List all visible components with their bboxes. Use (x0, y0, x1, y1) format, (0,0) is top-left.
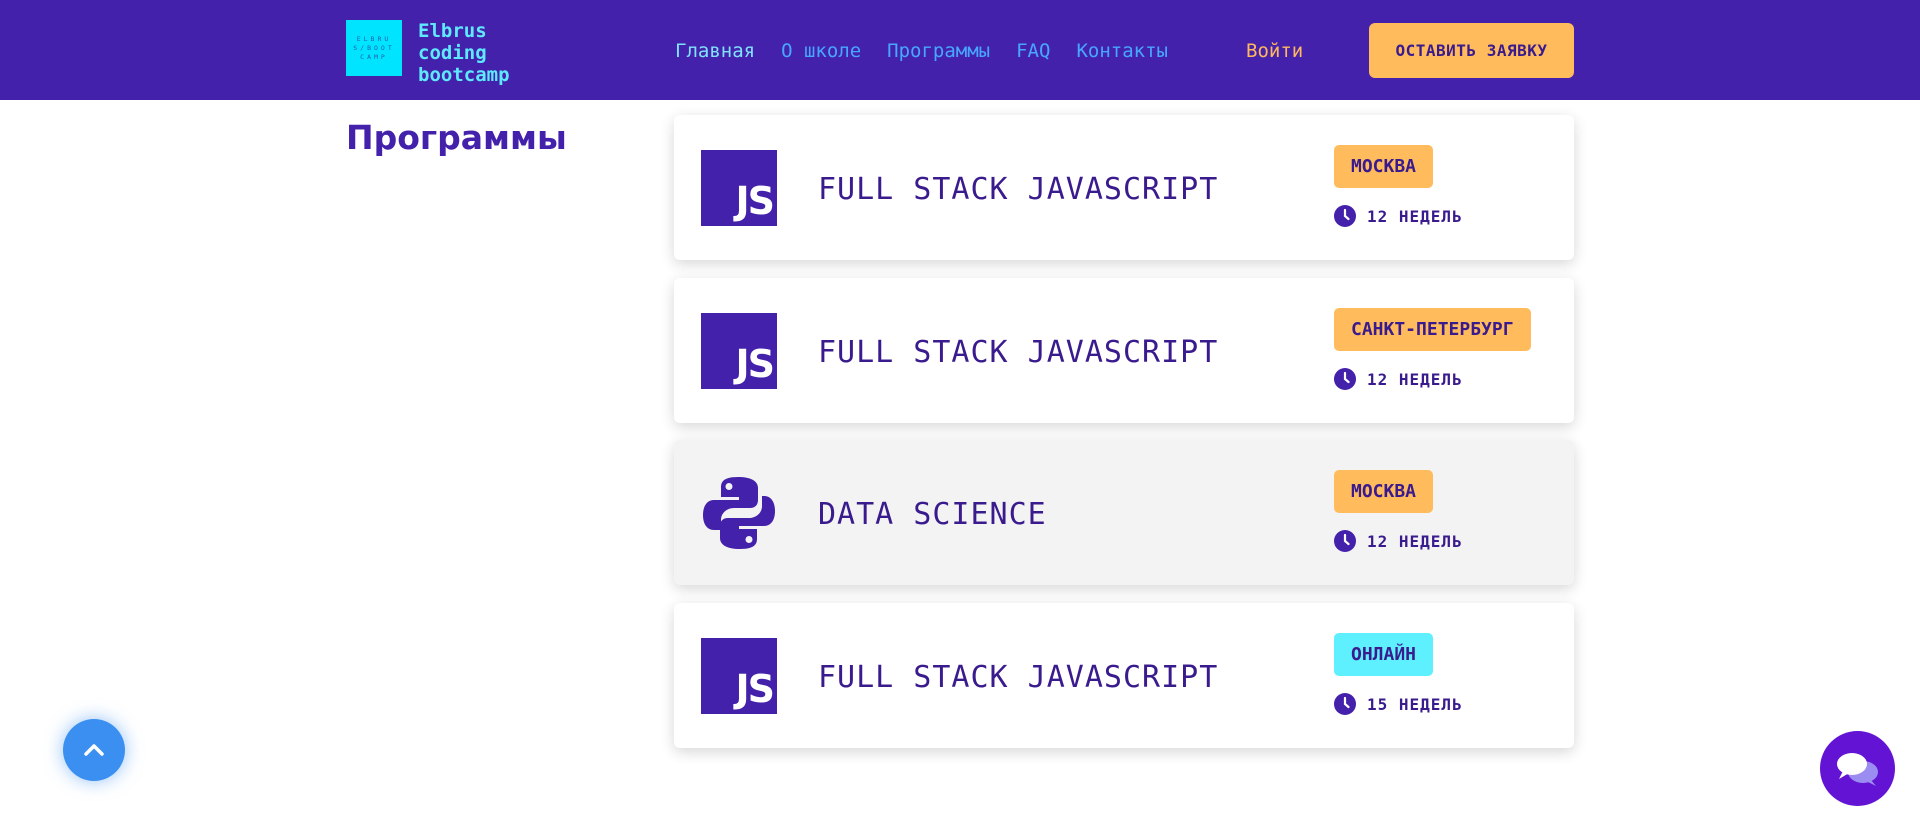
chat-button[interactable] (1820, 731, 1895, 806)
program-title: FULL STACK JAVASCRIPT (818, 335, 1219, 370)
duration: 12 НЕДЕЛЬ (1334, 530, 1463, 552)
program-card[interactable]: JS FULL STACK JAVASCRIPT ОНЛАЙН 15 НЕДЕЛ… (674, 603, 1574, 748)
logo-mark-text: ELBRUS/BOOTCAMP (353, 34, 395, 61)
clock-icon (1334, 368, 1356, 390)
duration-text: 12 НЕДЕЛЬ (1367, 531, 1463, 551)
clock-icon (1334, 205, 1356, 227)
city-badge: МОСКВА (1334, 470, 1434, 513)
apply-button[interactable]: ОСТАВИТЬ ЗАЯВКУ (1369, 23, 1574, 78)
page-title: Программы (346, 118, 567, 157)
js-icon-label: JS (735, 179, 774, 223)
city-badge: ОНЛАЙН (1334, 633, 1434, 676)
js-icon-label: JS (735, 667, 774, 711)
program-card[interactable]: JS FULL STACK JAVASCRIPT САНКТ-ПЕТЕРБУРГ… (674, 278, 1574, 423)
duration-text: 15 НЕДЕЛЬ (1367, 694, 1463, 714)
logo-text: Elbrus coding bootcamp (418, 20, 510, 86)
chat-icon (1836, 752, 1878, 786)
nav-item-home[interactable]: Главная (675, 40, 755, 62)
chevron-up-icon (84, 744, 104, 756)
program-title: FULL STACK JAVASCRIPT (818, 660, 1219, 695)
clock-icon (1334, 693, 1356, 715)
duration-text: 12 НЕДЕЛЬ (1367, 206, 1463, 226)
main-nav: Главная О школе Программы FAQ Контакты (675, 40, 1168, 62)
nav-item-programs[interactable]: Программы (887, 40, 990, 62)
logo-line: Elbrus (418, 20, 487, 42)
js-icon: JS (701, 150, 777, 226)
program-title: DATA SCIENCE (818, 497, 1047, 532)
js-icon-label: JS (735, 342, 774, 386)
duration: 15 НЕДЕЛЬ (1334, 693, 1463, 715)
program-title: FULL STACK JAVASCRIPT (818, 172, 1219, 207)
program-card[interactable]: DATA SCIENCE МОСКВА 12 НЕДЕЛЬ (674, 440, 1574, 585)
logo[interactable]: ELBRUS/BOOTCAMP Elbrus coding bootcamp (346, 20, 510, 86)
city-badge: САНКТ-ПЕТЕРБУРГ (1334, 308, 1531, 351)
python-icon (703, 477, 775, 549)
logo-mark: ELBRUS/BOOTCAMP (346, 20, 402, 76)
site-header: ELBRUS/BOOTCAMP Elbrus coding bootcamp Г… (0, 0, 1920, 100)
js-icon: JS (701, 313, 777, 389)
nav-item-faq[interactable]: FAQ (1016, 40, 1050, 62)
login-link[interactable]: Войти (1246, 40, 1303, 62)
program-card[interactable]: JS FULL STACK JAVASCRIPT МОСКВА 12 НЕДЕЛ… (674, 115, 1574, 260)
clock-icon (1334, 530, 1356, 552)
duration-text: 12 НЕДЕЛЬ (1367, 369, 1463, 389)
js-icon: JS (701, 638, 777, 714)
duration: 12 НЕДЕЛЬ (1334, 368, 1463, 390)
city-badge: МОСКВА (1334, 145, 1434, 188)
nav-item-contacts[interactable]: Контакты (1076, 40, 1168, 62)
logo-line: coding (418, 42, 487, 64)
scroll-to-top-button[interactable] (63, 719, 125, 781)
nav-item-about[interactable]: О школе (781, 40, 861, 62)
duration: 12 НЕДЕЛЬ (1334, 205, 1463, 227)
logo-line: bootcamp (418, 64, 510, 86)
